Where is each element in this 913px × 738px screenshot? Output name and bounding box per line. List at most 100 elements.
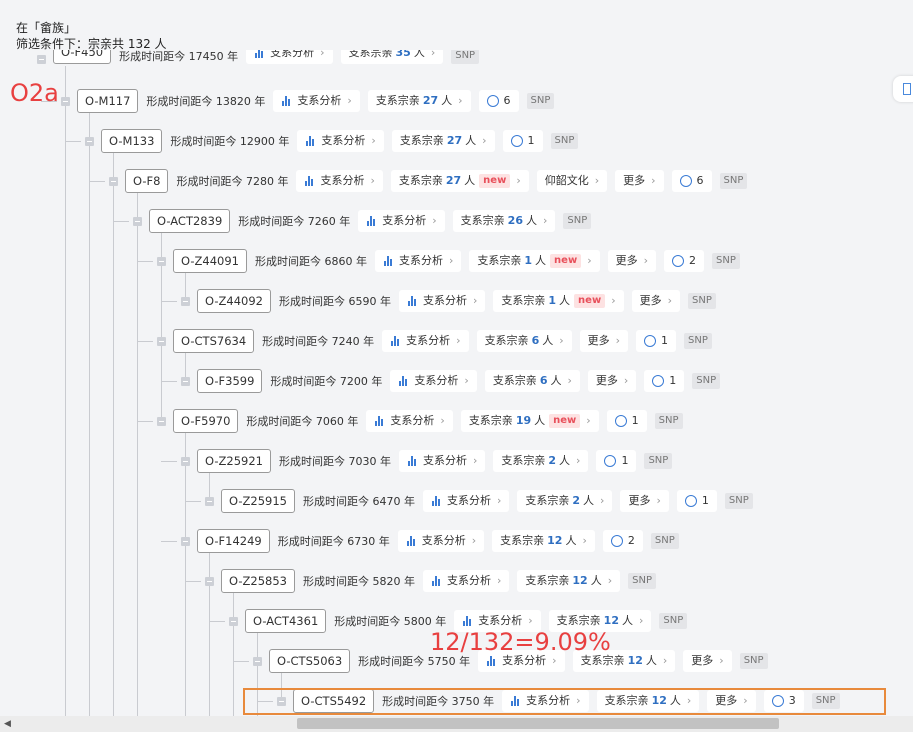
snp-badge[interactable]: SNP: [644, 453, 673, 469]
snp-badge[interactable]: SNP: [526, 93, 555, 109]
snp-badge[interactable]: SNP: [712, 253, 740, 269]
branch-analysis-button[interactable]: 支系分析 ›: [374, 250, 462, 272]
haplogroup-node[interactable]: O-Z25921: [197, 449, 271, 473]
collapse-toggle-icon[interactable]: [253, 656, 262, 666]
snp-badge[interactable]: SNP: [451, 50, 480, 64]
collapse-toggle-icon[interactable]: [229, 616, 238, 626]
snp-badge[interactable]: SNP: [739, 653, 768, 669]
more-button[interactable]: 更多 ›: [620, 490, 669, 512]
comments-button[interactable]: 1: [596, 450, 637, 472]
haplogroup-node[interactable]: O-ACT2839: [149, 209, 231, 233]
branch-analysis-button[interactable]: 支系分析 ›: [397, 530, 485, 552]
comments-button[interactable]: 1: [644, 370, 685, 392]
haplogroup-node[interactable]: O-M133: [101, 129, 163, 153]
comments-button[interactable]: 1: [636, 330, 677, 352]
clan-members-button[interactable]: 支系宗亲 2 人 ›: [493, 450, 589, 472]
branch-analysis-button[interactable]: 支系分析 ›: [273, 90, 360, 112]
clan-members-button[interactable]: 支系宗亲 6 人 ›: [476, 330, 572, 352]
scroll-left-arrow-icon[interactable]: ◀: [4, 719, 11, 729]
collapse-toggle-icon[interactable]: [61, 96, 70, 106]
collapse-toggle-icon[interactable]: [157, 336, 166, 346]
more-button[interactable]: 更多 ›: [683, 650, 732, 672]
side-panel-tab[interactable]: [893, 76, 913, 102]
haplogroup-node[interactable]: O-F8: [125, 169, 169, 193]
haplogroup-node[interactable]: O-M117: [77, 89, 139, 113]
comments-button[interactable]: 2: [664, 250, 704, 272]
clan-members-button[interactable]: 支系宗亲 12 人 ›: [517, 570, 621, 592]
clan-members-button[interactable]: 支系宗亲 1 人 new ›: [469, 250, 600, 272]
collapse-toggle-icon[interactable]: [157, 416, 166, 426]
clan-members-button[interactable]: 支系宗亲 19 人 new ›: [460, 410, 599, 432]
collapse-toggle-icon[interactable]: [181, 456, 190, 466]
clan-members-button[interactable]: 支系宗亲 27 人 ›: [367, 90, 471, 112]
collapse-toggle-icon[interactable]: [157, 256, 166, 266]
snp-badge[interactable]: SNP: [550, 133, 579, 149]
branch-analysis-button[interactable]: 支系分析 ›: [398, 290, 486, 312]
haplogroup-node[interactable]: O-ACT4361: [245, 609, 327, 633]
snp-badge[interactable]: SNP: [692, 373, 721, 389]
haplogroup-node[interactable]: O-CTS7634: [173, 329, 255, 353]
more-button[interactable]: 更多 ›: [579, 330, 629, 352]
branch-analysis-button[interactable]: 支系分析 ›: [358, 210, 445, 232]
culture-button[interactable]: 仰韶文化 ›: [536, 170, 608, 192]
snp-badge[interactable]: SNP: [654, 413, 683, 429]
clan-members-button[interactable]: 支系宗亲 26 人 ›: [452, 210, 556, 232]
branch-analysis-button[interactable]: 支系分析 ›: [390, 370, 477, 392]
collapse-toggle-icon[interactable]: [85, 136, 94, 146]
branch-analysis-button[interactable]: 支系分析 ›: [398, 450, 486, 472]
snp-badge[interactable]: SNP: [719, 173, 748, 189]
more-button[interactable]: 更多 ›: [607, 250, 656, 272]
haplogroup-node[interactable]: O-CTS5063: [269, 649, 351, 673]
collapse-toggle-icon[interactable]: [181, 376, 190, 386]
haplogroup-node[interactable]: O-F3599: [197, 369, 263, 393]
branch-analysis-button[interactable]: 支系分析 ›: [296, 170, 383, 192]
snp-badge[interactable]: SNP: [628, 573, 656, 589]
comments-button[interactable]: 2: [602, 530, 643, 552]
collapse-toggle-icon[interactable]: [37, 55, 46, 64]
comments-button[interactable]: 1: [606, 410, 647, 432]
collapse-toggle-icon[interactable]: [205, 496, 214, 506]
more-button[interactable]: 更多 ›: [615, 170, 664, 192]
more-button[interactable]: 更多 ›: [587, 370, 637, 392]
collapse-toggle-icon[interactable]: [181, 536, 190, 546]
comments-button[interactable]: 1: [676, 490, 717, 512]
branch-analysis-button[interactable]: 支系分析 ›: [366, 410, 453, 432]
haplogroup-node[interactable]: O-Z25915: [221, 489, 295, 513]
snp-badge[interactable]: SNP: [684, 333, 712, 349]
snp-badge[interactable]: SNP: [659, 613, 688, 629]
snp-badge[interactable]: SNP: [688, 293, 716, 309]
collapse-toggle-icon[interactable]: [109, 176, 118, 186]
more-button[interactable]: 更多 ›: [631, 290, 680, 312]
clan-members-button[interactable]: 支系宗亲 2 人 ›: [517, 490, 613, 512]
haplogroup-node[interactable]: O-F450: [53, 50, 112, 64]
haplogroup-node[interactable]: O-Z25853: [221, 569, 295, 593]
comments-button[interactable]: 1: [502, 130, 543, 152]
snp-badge[interactable]: SNP: [650, 533, 679, 549]
bar-chart-icon: [406, 536, 417, 546]
collapse-toggle-icon[interactable]: [205, 576, 214, 586]
comments-button[interactable]: 6: [671, 170, 712, 192]
haplogroup-node[interactable]: O-F14249: [197, 529, 270, 553]
clan-members-button[interactable]: 支系宗亲 6 人 ›: [484, 370, 580, 392]
scroll-thumb[interactable]: [297, 718, 779, 729]
clan-members-button[interactable]: 支系宗亲 27 人 new ›: [390, 170, 529, 192]
clan-members-button[interactable]: 支系宗亲 35 人 ›: [340, 50, 444, 64]
branch-analysis-button[interactable]: 支系分析 ›: [382, 330, 469, 352]
collapse-toggle-icon[interactable]: [133, 216, 142, 226]
clan-members-button[interactable]: 支系宗亲 1 人 new ›: [493, 290, 624, 312]
branch-analysis-button[interactable]: 支系分析 ›: [422, 570, 510, 592]
branch-analysis-button[interactable]: 支系分析 ›: [297, 130, 384, 152]
haplogroup-node[interactable]: O-F5970: [173, 409, 239, 433]
age-value: 5820: [372, 575, 401, 588]
haplogroup-node[interactable]: O-Z44092: [197, 289, 271, 313]
snp-badge[interactable]: SNP: [563, 213, 592, 229]
horizontal-scrollbar[interactable]: ◀: [0, 716, 913, 732]
clan-members-button[interactable]: 支系宗亲 27 人 ›: [391, 130, 495, 152]
collapse-toggle-icon[interactable]: [181, 296, 190, 306]
branch-analysis-button[interactable]: 支系分析 ›: [246, 50, 333, 64]
snp-badge[interactable]: SNP: [724, 493, 753, 509]
clan-members-button[interactable]: 支系宗亲 12 人 ›: [492, 530, 595, 552]
haplogroup-node[interactable]: O-Z44091: [173, 249, 247, 273]
branch-analysis-button[interactable]: 支系分析 ›: [422, 490, 510, 512]
comments-button[interactable]: 6: [478, 90, 519, 112]
